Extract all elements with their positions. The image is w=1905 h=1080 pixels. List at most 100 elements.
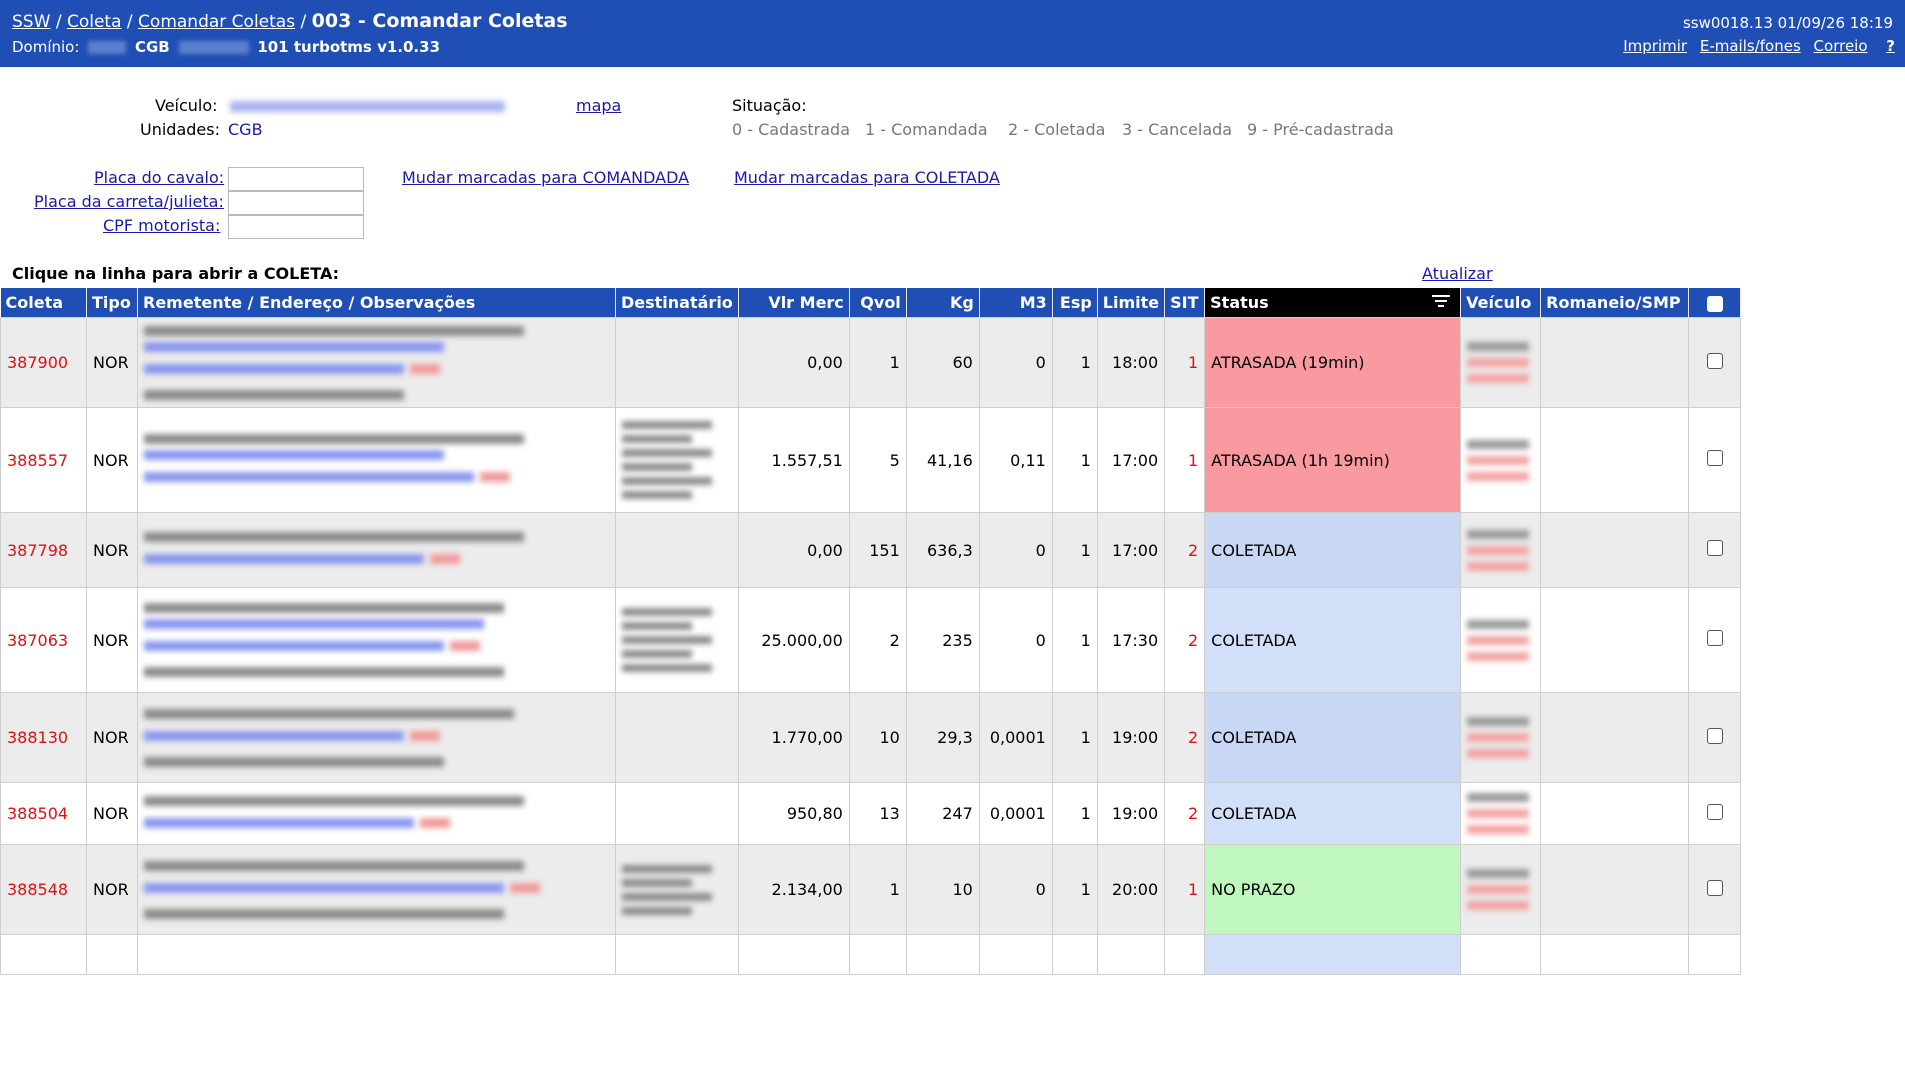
redacted-text: [1467, 471, 1530, 481]
col-select-all[interactable]: [1688, 288, 1742, 318]
select-cell[interactable]: [1688, 512, 1742, 588]
coleta-number[interactable]: 388504: [0, 782, 87, 845]
domain-info: Domínio: CGB 101 turbotms v1.0.33: [12, 38, 440, 56]
sit-cell: 2: [1164, 782, 1206, 845]
atualizar-link[interactable]: Atualizar: [1422, 264, 1493, 283]
redacted-text: [144, 730, 404, 741]
emails-fones-link[interactable]: E-mails/fones: [1700, 37, 1801, 55]
empty-cell: [86, 934, 138, 975]
select-cell[interactable]: [1688, 692, 1742, 783]
situacao-0: 0 - Cadastrada: [732, 120, 851, 139]
redacted-text: [622, 636, 712, 644]
help-link[interactable]: ?: [1886, 37, 1895, 55]
select-cell[interactable]: [1688, 407, 1742, 513]
placa-carreta-label[interactable]: Placa da carreta/julieta:: [34, 192, 224, 211]
table-row[interactable]: 388548 NOR 2.134,00 1 10 0 1 20:00 1 NO PRAZO: [0, 844, 1742, 935]
placa-cavalo-label[interactable]: Placa do cavalo:: [94, 168, 224, 187]
destinatario-cell: [615, 692, 739, 783]
row-checkbox[interactable]: [1706, 352, 1723, 369]
tipo-cell: NOR: [86, 317, 138, 408]
redacted-text: [144, 554, 424, 564]
row-checkbox[interactable]: [1706, 879, 1723, 896]
row-checkbox[interactable]: [1706, 540, 1723, 556]
remetente-cell: [137, 512, 616, 588]
status-cell: ATRASADA (1h 19min): [1204, 407, 1462, 513]
select-cell[interactable]: [1688, 844, 1742, 935]
sit-cell: 2: [1164, 692, 1206, 783]
esp-cell: 1: [1051, 692, 1098, 783]
table-row[interactable]: 388557 NOR 1.557,51 5 41,16 0,11 1 17:00 1 ATRASA…: [0, 407, 1742, 513]
col-romaneio[interactable]: Romaneio/SMP: [1540, 288, 1690, 318]
esp-cell: 1: [1051, 317, 1098, 408]
row-checkbox[interactable]: [1706, 727, 1723, 744]
empty-cell: [615, 934, 739, 975]
cpf-motorista-input[interactable]: [228, 215, 364, 239]
select-cell[interactable]: [1688, 782, 1742, 845]
table-row[interactable]: 388130 NOR 1.770,00 10 29,3 0,0001 1 19:00 2 COLE…: [0, 692, 1742, 783]
table-row[interactable]: [0, 934, 1742, 975]
mudar-coletada-link[interactable]: Mudar marcadas para COLETADA: [734, 168, 1000, 187]
row-checkbox[interactable]: [1706, 630, 1723, 646]
filter-icon[interactable]: [1432, 295, 1451, 309]
placa-cavalo-input[interactable]: [228, 167, 364, 191]
mapa-link[interactable]: mapa: [576, 96, 621, 115]
select-cell[interactable]: [1688, 587, 1742, 693]
kg-cell: 636,3: [905, 512, 980, 588]
table-row[interactable]: 387063 NOR 25.000,00 2 235 0 1 17:30 2 COLETADA: [0, 587, 1742, 693]
col-kg[interactable]: Kg: [906, 288, 980, 318]
empty-cell: [848, 934, 907, 975]
col-esp[interactable]: Esp: [1052, 288, 1098, 318]
redacted-text: [1467, 651, 1530, 661]
qvol-cell: 151: [848, 512, 907, 588]
col-tipo[interactable]: Tipo: [86, 288, 138, 318]
qvol-cell: 1: [848, 317, 907, 408]
imprimir-link[interactable]: Imprimir: [1623, 37, 1687, 55]
tipo-cell: NOR: [86, 692, 138, 783]
status-cell: NO PRAZO: [1204, 844, 1462, 935]
col-m3[interactable]: M3: [979, 288, 1053, 318]
breadcrumb-ssw[interactable]: SSW: [12, 12, 50, 32]
table-row[interactable]: 387798 NOR 0,00 151 636,3 0 1 17:00 2 COLETADA: [0, 512, 1742, 588]
redacted-text: [144, 532, 524, 542]
table-row[interactable]: 387900 NOR 0,00 1 60 0 1 18:00 1 ATRASADA (19min): [0, 317, 1742, 408]
col-qvol[interactable]: Qvol: [849, 288, 907, 318]
redacted-text: [1467, 529, 1530, 539]
select-cell[interactable]: [1688, 317, 1742, 408]
qvol-cell: 13: [848, 782, 907, 845]
limite-cell: 20:00: [1096, 844, 1166, 935]
col-status[interactable]: Status: [1204, 288, 1462, 318]
coleta-number[interactable]: 387900: [0, 317, 87, 408]
coleta-number[interactable]: 388130: [0, 692, 87, 783]
cpf-motorista-label[interactable]: CPF motorista:: [103, 216, 220, 235]
row-checkbox[interactable]: [1706, 803, 1723, 820]
vlr-merc-cell: 0,00: [737, 512, 850, 588]
col-destinatario[interactable]: Destinatário: [615, 288, 739, 318]
coleta-number[interactable]: 387798: [0, 512, 87, 588]
col-veiculo[interactable]: Veículo: [1460, 288, 1542, 318]
coleta-number[interactable]: 387063: [0, 587, 87, 693]
row-checkbox[interactable]: [1706, 450, 1723, 466]
m3-cell: 0,0001: [978, 692, 1053, 783]
col-remetente[interactable]: Remetente / Endereço / Observações: [137, 288, 616, 318]
col-coleta[interactable]: Coleta: [0, 288, 87, 318]
destinatario-cell: [615, 317, 739, 408]
destinatario-cell: [615, 407, 739, 513]
breadcrumb-coleta[interactable]: Coleta: [67, 12, 122, 32]
placa-carreta-input[interactable]: [228, 191, 364, 215]
col-vlr-merc[interactable]: Vlr Merc: [738, 288, 850, 318]
m3-cell: 0,11: [978, 407, 1053, 513]
col-sit[interactable]: SIT: [1164, 288, 1206, 318]
limite-cell: 19:00: [1096, 692, 1166, 783]
select-all-checkbox[interactable]: [1706, 295, 1723, 312]
redacted-text: [1467, 439, 1530, 449]
breadcrumb-comandar-coletas[interactable]: Comandar Coletas: [138, 12, 295, 32]
table-row[interactable]: 388504 NOR 950,80 13 247 0,0001 1 19:00 2 COLETAD…: [0, 782, 1742, 845]
correio-link[interactable]: Correio: [1814, 37, 1868, 55]
redacted-text: [1467, 545, 1530, 555]
coleta-number[interactable]: 388557: [0, 407, 87, 513]
col-limite[interactable]: Limite: [1097, 288, 1166, 318]
empty-cell: [1540, 934, 1690, 975]
coleta-number[interactable]: 388548: [0, 844, 87, 935]
redacted-text: [144, 708, 514, 719]
mudar-comandada-link[interactable]: Mudar marcadas para COMANDADA: [402, 168, 689, 187]
